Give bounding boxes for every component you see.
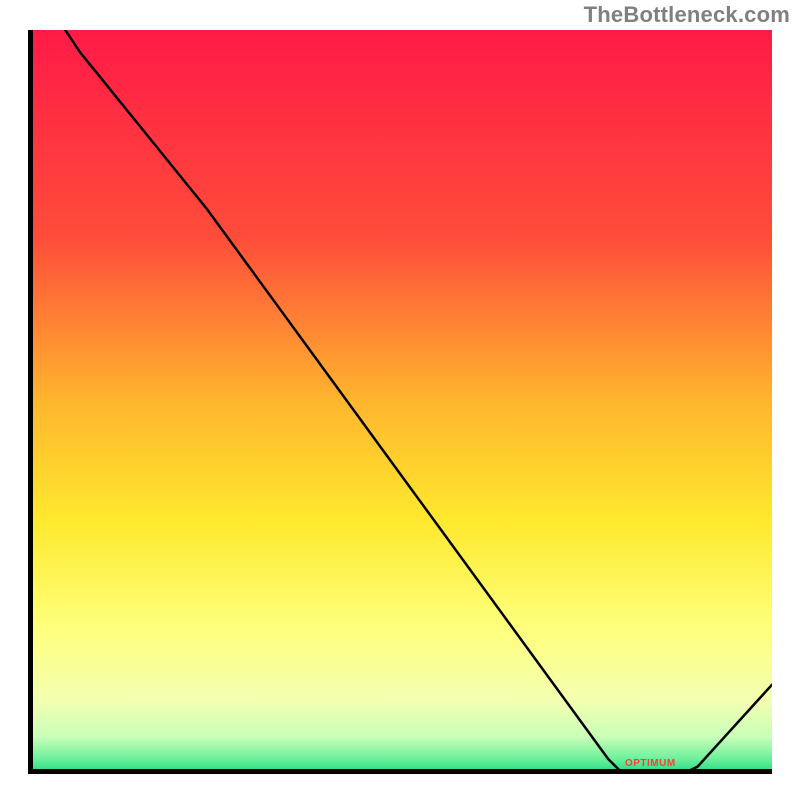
bottleneck-curve <box>28 30 772 774</box>
x-axis <box>28 769 772 774</box>
plot-area: OPTIMUM <box>28 30 772 774</box>
watermark-text: TheBottleneck.com <box>584 2 790 28</box>
optimum-annotation: OPTIMUM <box>625 758 676 769</box>
chart-container: TheBottleneck.com OPTIMUM <box>0 0 800 800</box>
plot-frame: OPTIMUM <box>28 30 772 774</box>
y-axis <box>28 30 33 774</box>
